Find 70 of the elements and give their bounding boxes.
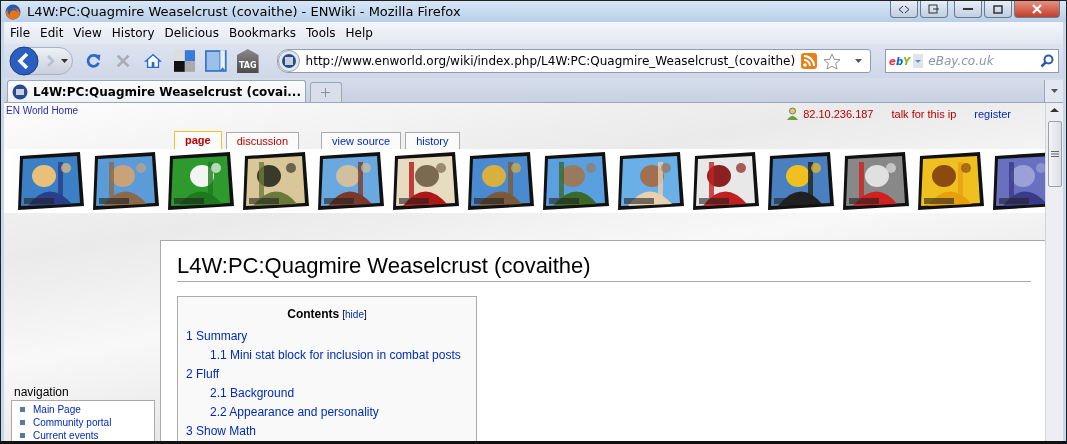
toc-toggle[interactable]: [hide] [342,309,367,320]
layout-button[interactable] [890,1,918,18]
toc-link[interactable]: 1 Summary [186,329,468,343]
page-tab[interactable]: view source [321,132,402,149]
register-link[interactable]: register [974,107,1011,120]
page-tab[interactable]: discussion [225,132,300,149]
bullet-icon [20,407,25,412]
talk-link[interactable]: talk for this ip [891,107,957,120]
engine-dropdown-icon[interactable] [913,54,924,68]
back-button[interactable] [9,46,39,76]
caret-icon [1050,89,1058,93]
toc-link[interactable]: 2 Fluff [186,367,468,381]
site-icon [277,50,300,72]
minimize-icon [963,7,973,11]
window-icon [928,4,940,14]
site-icon [12,83,28,100]
toc-link[interactable]: 2.2 Appearance and personality [186,405,468,419]
portlet-title: navigation [13,385,70,399]
grip-icon [1050,151,1059,157]
menu-item[interactable]: Bookmarks [224,24,302,42]
rss-icon[interactable] [801,53,818,69]
page-tab[interactable]: page [174,131,222,149]
toc-link[interactable]: 3 Show Math [186,424,468,438]
menu-item[interactable]: Delicious [160,24,225,42]
nav-link[interactable]: Community portal [33,417,112,428]
page-heading: L4W:PC:Quagmire Weaselcrust (covaithe) [177,253,1031,282]
close-icon [1031,4,1043,14]
tag-button[interactable]: TAG [236,49,259,73]
nav-link[interactable]: Current events [33,430,99,441]
search-icon[interactable] [1040,54,1054,68]
scrollbar[interactable] [1045,103,1063,441]
menu-item[interactable]: Edit [36,24,70,42]
browser-tab[interactable]: L4W:PC:Quagmire Weaselcrust (covai... [7,80,306,102]
nav-link[interactable]: Main Page [33,404,81,415]
user-link[interactable]: 82.10.236.187 [803,107,874,120]
window-title: L4W:PC:Quagmire Weaselcrust (covaithe) - ENWiki - Mozilla Firefox [27,4,462,19]
address-bar[interactable]: http://www.enworld.org/wiki/index.php/L4W:PC:Quagmire_Weaselcrust_(covaithe) [276,49,872,73]
menu-item[interactable]: History [107,24,161,42]
tab-list-button[interactable] [1044,80,1063,102]
history-dropdown-icon[interactable] [61,59,68,63]
home-link[interactable]: EN World Home [6,105,79,116]
restore-tab-button[interactable] [920,1,948,18]
user-icon [786,107,800,120]
bookmark-icon[interactable] [205,49,227,73]
dropdown-icon[interactable] [855,59,863,63]
search-engine-logo: ebY [888,55,911,67]
search-field[interactable]: ebY eBay.co.uk [885,49,1059,73]
close-button[interactable] [1014,1,1060,18]
menu-item[interactable]: File [6,24,37,42]
plus-icon [321,88,331,97]
search-input[interactable]: eBay.co.uk [926,53,1037,69]
maximize-button[interactable] [984,1,1012,18]
page-tab[interactable]: history [405,132,460,149]
menu-item[interactable]: Help [341,24,379,42]
home-icon[interactable] [143,52,162,70]
arrows-icon [898,4,910,14]
toc-link[interactable]: 2.1 Background [186,386,468,400]
toc-link[interactable]: 1.1 Mini stat block for inclusion in combat posts [186,348,468,362]
bullet-icon [20,420,25,425]
bullet-icon [20,433,25,438]
menu-item[interactable]: View [69,24,108,42]
reload-icon[interactable] [85,52,102,70]
menu-item[interactable]: Tools [302,24,342,42]
toc-title: Contents [287,307,340,321]
firefox-icon [5,3,21,20]
minimize-button[interactable] [954,1,982,18]
scroll-thumb[interactable] [1047,121,1062,187]
checkered-icon[interactable] [173,49,196,73]
maximize-icon [993,4,1003,14]
star-icon[interactable] [823,52,842,70]
